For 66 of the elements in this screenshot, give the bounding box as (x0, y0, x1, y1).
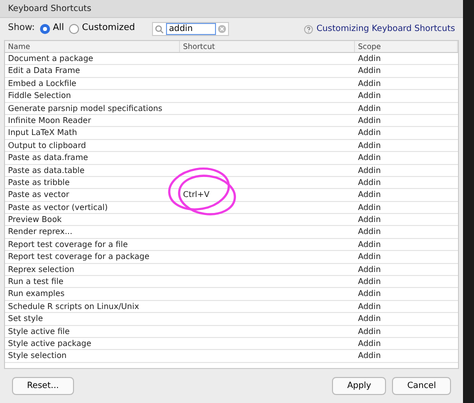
radio-icon[interactable] (69, 24, 79, 34)
table-cell-text: Preview Book (7, 214, 63, 226)
table-cell-text: Generate parsnip model specifications (7, 102, 164, 114)
table-cell-text: Addin (357, 313, 382, 325)
apply-button[interactable]: Apply (332, 377, 386, 395)
table-cell-text: Addin (357, 53, 382, 64)
table-cell-text: Paste as data.frame (7, 152, 90, 164)
table-cell-text: Report test coverage for a package (7, 251, 150, 263)
table-cell-text: Addin (357, 350, 382, 362)
table-cell-text: Addin (357, 338, 382, 350)
table-cell-text: Embed a Lockfile (7, 78, 78, 90)
table-cell-text: Addin (357, 214, 382, 226)
table-cell-text: Style active package (7, 338, 92, 350)
table-cell-text: Addin (357, 238, 382, 250)
table-cell-text: Addin (357, 326, 382, 337)
table-cell-text: Addin (357, 102, 382, 114)
clear-icon[interactable] (218, 25, 226, 33)
table-cell-text: Infinite Moon Reader (7, 114, 92, 126)
window-title: Keyboard Shortcuts (0, 0, 463, 18)
table-cell-text: Reprex selection (7, 264, 76, 276)
table-cell-text: Fiddle Selection (7, 90, 72, 102)
table-cell-text: Addin (357, 114, 382, 126)
table-cell-text: Addin (357, 152, 382, 164)
table-cell-text: Document a package (7, 53, 94, 64)
table-cell-text: Edit a Data Frame (7, 65, 82, 77)
help-icon (304, 24, 314, 34)
table-cell-text: Addin (357, 251, 382, 263)
table-cell-text: Addin (357, 276, 382, 288)
table-cell-text: Paste as vector (7, 189, 70, 201)
table-cell-text: Addin (357, 176, 382, 188)
table-cell-text: Addin (357, 226, 382, 238)
radio-option[interactable]: Customized (69, 22, 135, 36)
table-cell-text: Style selection (7, 350, 68, 362)
table-cell-text: Schedule R scripts on Linux/Unix (7, 300, 140, 312)
table-cell-text: Paste as tribble (7, 176, 71, 188)
search-icon (154, 24, 164, 34)
table-cell-text: Addin (357, 300, 382, 312)
table-cell-text: Addin (357, 189, 382, 201)
table-cell-text: Set style (7, 313, 44, 325)
table-cell-text: Run examples (7, 288, 66, 300)
filter-label: Show: (8, 22, 35, 36)
help-link[interactable]: Customizing Keyboard Shortcuts (304, 22, 455, 36)
table-cell-text: Render reprex... (7, 226, 74, 238)
radio-icon[interactable] (40, 24, 50, 34)
annotation-circle-drawing (168, 168, 236, 216)
search-field[interactable]: addin (152, 22, 229, 36)
table-cell-text: Addin (357, 164, 382, 176)
table-cell: Ctrl+V (183, 190, 210, 200)
table-cell-text: Run a test file (7, 276, 64, 288)
reset-button[interactable]: Reset... (12, 377, 74, 395)
table-cell-text: Paste as vector (vertical) (7, 202, 109, 214)
table-cell-text: Paste as data.table (7, 164, 86, 176)
table-cell-text: Addin (357, 90, 382, 102)
radio-option[interactable]: All (40, 22, 64, 36)
table-cell-text: Addin (357, 202, 382, 214)
table-cell-text: Addin (357, 78, 382, 90)
table-cell-text: Addin (357, 288, 382, 300)
table-cell-text: Addin (357, 140, 382, 152)
table-cell-text: Style active file (7, 326, 71, 337)
table-cell-text: Input LaTeX Math (7, 127, 78, 139)
table-cell-text: Output to clipboard (7, 140, 87, 152)
table-cell-text: Addin (357, 127, 382, 139)
table-cell-text: Addin (357, 264, 382, 276)
table-cell-text: Addin (357, 65, 382, 77)
cancel-button[interactable]: Cancel (392, 377, 451, 395)
table-cell-text: Report test coverage for a file (7, 238, 129, 250)
